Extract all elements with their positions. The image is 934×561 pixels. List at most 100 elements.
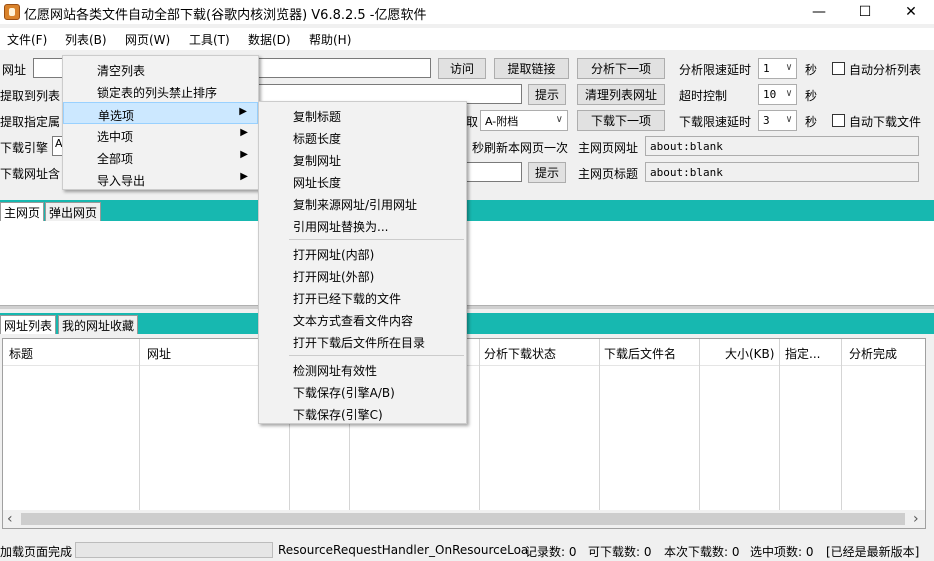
minimize-button[interactable]: — — [796, 0, 842, 24]
timeout-label: 超时控制 — [679, 89, 728, 103]
submenu-title-length[interactable]: 标题长度 — [259, 126, 466, 148]
submenu-copy-source-url[interactable]: 复制来源网址/引用网址 — [259, 192, 466, 214]
column-divider — [841, 339, 842, 517]
submenu-arrow-icon: ▶ — [239, 106, 247, 117]
menu-item-label: 打开已经下载的文件 — [293, 292, 402, 306]
submenu-open-folder[interactable]: 打开下载后文件所在目录 — [259, 330, 466, 352]
main-title-field[interactable]: about:blank — [645, 162, 919, 182]
column-status[interactable]: 分析下载状态 — [484, 345, 556, 362]
download-engine-label: 下载引擎 — [0, 141, 49, 155]
page-tab-strip: 主网页 弹出网页 — [0, 200, 934, 221]
extract-to-list-label: 提取到列表 — [0, 89, 61, 103]
menu-item-import-export[interactable]: 导入导出 ▶ — [63, 168, 258, 190]
menu-help[interactable]: 帮助(H) — [309, 31, 351, 48]
menu-item-label: 复制网址 — [293, 154, 342, 168]
column-title[interactable]: 标题 — [9, 345, 33, 362]
analyze-delay-select[interactable]: 1 ∨ — [758, 58, 797, 79]
status-bar: 加载页面完成 ResourceRequestHandler_OnResource… — [0, 540, 934, 561]
menu-list[interactable]: 列表(B) — [65, 31, 107, 48]
menu-item-lock-header[interactable]: 锁定表的列头禁止排序 — [63, 80, 258, 102]
submenu-copy-url[interactable]: 复制网址 — [259, 148, 466, 170]
submenu-arrow-icon: ▶ — [240, 127, 248, 138]
window-title: 亿愿网站各类文件自动全部下载(谷歌内核浏览器) V6.8.2.5 -亿愿软件 — [24, 8, 427, 23]
seconds-label: 秒 — [805, 63, 818, 77]
title-bar: 亿愿网站各类文件自动全部下载(谷歌内核浏览器) V6.8.2.5 -亿愿软件 —… — [0, 0, 934, 24]
column-divider — [779, 339, 780, 517]
menu-item-label: 下载保存(引擎A/B) — [293, 386, 395, 400]
extract-links-button[interactable]: 提取链接 — [494, 58, 569, 79]
menu-bar: 文件(F) 列表(B) 网页(W) 工具(T) 数据(D) 帮助(H) — [0, 28, 934, 50]
submenu-download-c[interactable]: 下载保存(引擎C) — [259, 402, 466, 424]
auto-analyze-checkbox[interactable] — [832, 62, 845, 75]
menu-item-label: 打开网址(内部) — [293, 248, 375, 262]
download-delay-select[interactable]: 3 ∨ — [758, 110, 797, 131]
column-divider — [699, 339, 700, 517]
menu-item-label: 复制来源网址/引用网址 — [293, 198, 418, 212]
menu-item-selected[interactable]: 选中项 ▶ — [63, 124, 258, 146]
tab-my-favorites[interactable]: 我的网址收藏 — [58, 315, 139, 334]
column-size[interactable]: 大小(KB) — [725, 345, 774, 362]
clear-list-url-button[interactable]: 清理列表网址 — [577, 84, 665, 105]
list-dropdown-menu: 清空列表 锁定表的列头禁止排序 单选项 ▶ 选中项 ▶ 全部项 ▶ 导入导出 ▶ — [62, 55, 259, 190]
seconds-label: 秒 — [805, 115, 818, 129]
timeout-value: 10 — [763, 88, 777, 101]
auto-download-label: 自动下载文件 — [849, 115, 922, 129]
menu-item-all[interactable]: 全部项 ▶ — [63, 146, 258, 168]
submenu-open-external[interactable]: 打开网址(外部) — [259, 264, 466, 286]
column-specified[interactable]: 指定... — [785, 345, 820, 362]
menu-item-label: 引用网址替换为... — [293, 220, 389, 234]
menu-item-single[interactable]: 单选项 ▶ — [63, 102, 258, 124]
submenu-download-ab[interactable]: 下载保存(引擎A/B) — [259, 380, 466, 402]
tab-url-list[interactable]: 网址列表 — [0, 315, 57, 334]
splitter[interactable] — [0, 305, 934, 309]
submenu-open-downloaded[interactable]: 打开已经下载的文件 — [259, 286, 466, 308]
scroll-right-icon[interactable]: › — [913, 511, 919, 527]
scroll-left-icon[interactable]: ‹ — [7, 511, 13, 527]
submenu-view-as-text[interactable]: 文本方式查看文件内容 — [259, 308, 466, 330]
browser-view[interactable] — [0, 221, 934, 305]
visit-button[interactable]: 访问 — [438, 58, 486, 79]
submenu-replace-referer[interactable]: 引用网址替换为... — [259, 214, 466, 236]
menu-tools[interactable]: 工具(T) — [189, 31, 230, 48]
menu-webpage[interactable]: 网页(W) — [125, 31, 170, 48]
main-url-field[interactable]: about:blank — [645, 136, 919, 156]
download-next-button[interactable]: 下载下一项 — [577, 110, 665, 131]
submenu-copy-title[interactable]: 复制标题 — [259, 104, 466, 126]
submenu-arrow-icon: ▶ — [240, 171, 248, 182]
tab-main-page[interactable]: 主网页 — [0, 202, 45, 221]
submenu-arrow-icon: ▶ — [240, 149, 248, 160]
submenu-open-internal[interactable]: 打开网址(内部) — [259, 242, 466, 264]
scrollbar-thumb[interactable] — [21, 513, 905, 525]
menu-item-label: 文本方式查看文件内容 — [293, 314, 414, 328]
engine-select[interactable]: A-附档 ∨ — [480, 110, 568, 131]
url-contains-input-right[interactable] — [466, 162, 522, 182]
analyze-next-button[interactable]: 分析下一项 — [577, 58, 665, 79]
column-divider — [479, 339, 480, 517]
menu-data[interactable]: 数据(D) — [248, 31, 291, 48]
menu-file[interactable]: 文件(F) — [7, 31, 47, 48]
column-analyze-done[interactable]: 分析完成 — [849, 345, 897, 362]
list-tab-strip: 网址列表 我的网址收藏 — [0, 313, 934, 334]
menu-item-label: 导入导出 — [97, 174, 146, 188]
menu-item-label: 网址长度 — [293, 176, 342, 190]
menu-item-label: 复制标题 — [293, 110, 342, 124]
submenu-check-url[interactable]: 检测网址有效性 — [259, 358, 466, 380]
maximize-button[interactable]: ☐ — [842, 0, 888, 24]
hint-button[interactable]: 提示 — [528, 84, 566, 105]
analyze-delay-value: 1 — [763, 62, 770, 75]
progress-bar — [75, 542, 273, 558]
horizontal-scrollbar[interactable]: ‹ › — [3, 510, 925, 528]
column-filename[interactable]: 下载后文件名 — [604, 345, 676, 362]
column-url[interactable]: 网址 — [147, 345, 171, 362]
submenu-url-length[interactable]: 网址长度 — [259, 170, 466, 192]
download-delay-label: 下载限速延时 — [679, 115, 752, 129]
timeout-select[interactable]: 10 ∨ — [758, 84, 797, 105]
menu-item-clear-list[interactable]: 清空列表 — [63, 58, 258, 80]
tab-popup-page[interactable]: 弹出网页 — [45, 202, 102, 221]
close-button[interactable]: ✕ — [888, 0, 934, 24]
extract-attr-label: 提取指定属 — [0, 115, 61, 129]
status-records: 记录数: 0 — [525, 545, 577, 559]
chevron-down-icon: ∨ — [785, 114, 792, 125]
hint-button-2[interactable]: 提示 — [528, 162, 566, 183]
auto-download-checkbox[interactable] — [832, 114, 845, 127]
